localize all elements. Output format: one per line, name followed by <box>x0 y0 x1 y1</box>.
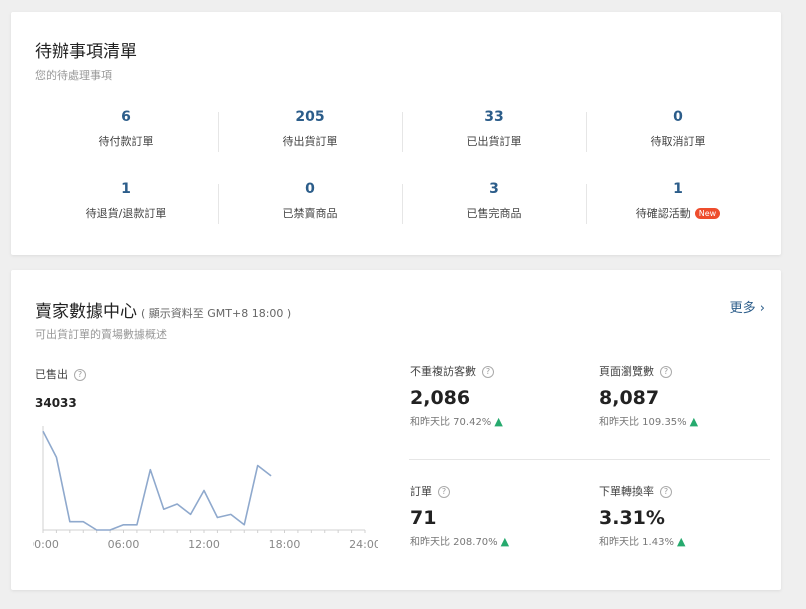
todo-item-label: 已禁賣商品 <box>282 207 338 220</box>
metric-compare: 和昨天比 109.35% <box>599 417 687 428</box>
todo-item-shipped[interactable]: 33 已出貨訂單 <box>403 108 585 158</box>
todo-item-sold-out[interactable]: 3 已售完商品 <box>403 180 585 230</box>
todo-item-banned-products[interactable]: 0 已禁賣商品 <box>219 180 401 230</box>
new-badge: New <box>694 208 721 219</box>
todo-item-pending-payment[interactable]: 6 待付款訂單 <box>35 108 217 158</box>
metric-value: 3.31% <box>599 507 665 529</box>
todo-item-label: 待付款訂單 <box>98 135 154 148</box>
todo-item-pending-cancel[interactable]: 0 待取消訂單 <box>587 108 769 158</box>
metric-label-row: 頁面瀏覽數? <box>599 365 769 379</box>
todo-item-to-ship[interactable]: 205 待出貨訂單 <box>219 108 401 158</box>
todo-item-value: 0 <box>305 181 315 197</box>
sales-series-line <box>42 430 272 531</box>
x-tick-label: 00:00 <box>33 538 59 551</box>
metric-compare: 和昨天比 208.70% <box>410 537 498 548</box>
todo-item-label: 待退貨/退款訂單 <box>85 207 167 220</box>
sales-line-chart: 00:00 06:00 12:00 18:00 24:00 <box>33 426 378 551</box>
todo-item-value: 205 <box>295 109 325 125</box>
todo-title: 待辦事項清單 <box>35 42 137 62</box>
todo-item-value: 1 <box>673 181 683 197</box>
metric-label: 頁面瀏覽數 <box>599 365 654 378</box>
x-tick-label: 12:00 <box>188 538 220 551</box>
sold-value: 34033 <box>35 396 77 410</box>
metric-compare-row: 和昨天比 70.42% ▲ <box>410 415 580 430</box>
metric-compare: 和昨天比 1.43% <box>599 537 674 548</box>
metric-compare-row: 和昨天比 109.35% ▲ <box>599 415 769 430</box>
help-icon[interactable]: ? <box>438 486 450 498</box>
metric-unique-visitors: 不重複訪客數? 2,086 和昨天比 70.42% ▲ <box>410 365 580 430</box>
todo-item-label: 已出貨訂單 <box>466 135 522 148</box>
data-time-note: ( 顯示資料至 GMT+8 18:00 ) <box>141 307 292 320</box>
sold-label: 已售出 <box>35 368 68 381</box>
metric-label-row: 訂單? <box>410 485 580 499</box>
metric-page-views: 頁面瀏覽數? 8,087 和昨天比 109.35% ▲ <box>599 365 769 430</box>
todo-card: 待辦事項清單 您的待處理事項 6 待付款訂單 205 待出貨訂單 33 已出貨訂… <box>11 12 781 255</box>
metric-label-row: 下單轉換率? <box>599 485 769 499</box>
todo-item-label: 待確認活動 <box>635 207 691 220</box>
metric-value: 71 <box>410 507 437 529</box>
todo-item-label: 待取消訂單 <box>650 135 706 148</box>
help-icon[interactable]: ? <box>660 366 672 378</box>
help-icon[interactable]: ? <box>482 366 494 378</box>
metric-value: 2,086 <box>410 387 471 409</box>
more-link[interactable]: 更多 › <box>730 297 765 316</box>
todo-item-value: 1 <box>121 181 131 197</box>
seller-data-card: 賣家數據中心 ( 顯示資料至 GMT+8 18:00 ) 可出貨訂單的賣場數據概述… <box>11 270 781 590</box>
metric-label: 訂單 <box>410 485 432 498</box>
todo-item-value: 0 <box>673 109 683 125</box>
metric-label: 下單轉換率 <box>599 485 654 498</box>
dashboard-title: 賣家數據中心 <box>35 302 137 322</box>
arrow-up-icon: ▲ <box>500 535 510 548</box>
x-tick-label: 24:00 <box>349 538 378 551</box>
todo-subtitle: 您的待處理事項 <box>35 69 112 82</box>
todo-item-label: 待出貨訂單 <box>282 135 338 148</box>
metric-compare-row: 和昨天比 208.70% ▲ <box>410 535 580 550</box>
arrow-up-icon: ▲ <box>689 415 699 428</box>
metric-value: 8,087 <box>599 387 660 409</box>
help-icon[interactable]: ? <box>74 369 86 381</box>
todo-item-value: 33 <box>484 109 504 125</box>
todo-item-value: 6 <box>121 109 131 125</box>
help-icon[interactable]: ? <box>660 486 672 498</box>
divider <box>409 459 770 460</box>
todo-item-value: 3 <box>489 181 499 197</box>
dashboard-title-row: 賣家數據中心 ( 顯示資料至 GMT+8 18:00 ) <box>35 297 291 322</box>
metric-conversion-rate: 下單轉換率? 3.31% 和昨天比 1.43% ▲ <box>599 485 769 550</box>
metric-label: 不重複訪客數 <box>410 365 476 378</box>
x-tick-label: 18:00 <box>269 538 301 551</box>
todo-item-label-row: 待確認活動 New <box>587 207 769 221</box>
todo-item-pending-campaign[interactable]: 1 待確認活動 New <box>587 180 769 230</box>
todo-item-pending-return[interactable]: 1 待退貨/退款訂單 <box>35 180 217 230</box>
arrow-up-icon: ▲ <box>676 535 686 548</box>
sold-label-row: 已售出? <box>35 366 86 382</box>
metric-compare: 和昨天比 70.42% <box>410 417 492 428</box>
arrow-up-icon: ▲ <box>494 415 503 428</box>
dashboard-subtitle: 可出貨訂單的賣場數據概述 <box>35 328 167 341</box>
metric-compare-row: 和昨天比 1.43% ▲ <box>599 535 769 550</box>
todo-item-label: 已售完商品 <box>466 207 522 220</box>
metric-orders: 訂單? 71 和昨天比 208.70% ▲ <box>410 485 580 550</box>
x-tick-label: 06:00 <box>108 538 140 551</box>
metric-label-row: 不重複訪客數? <box>410 365 580 379</box>
